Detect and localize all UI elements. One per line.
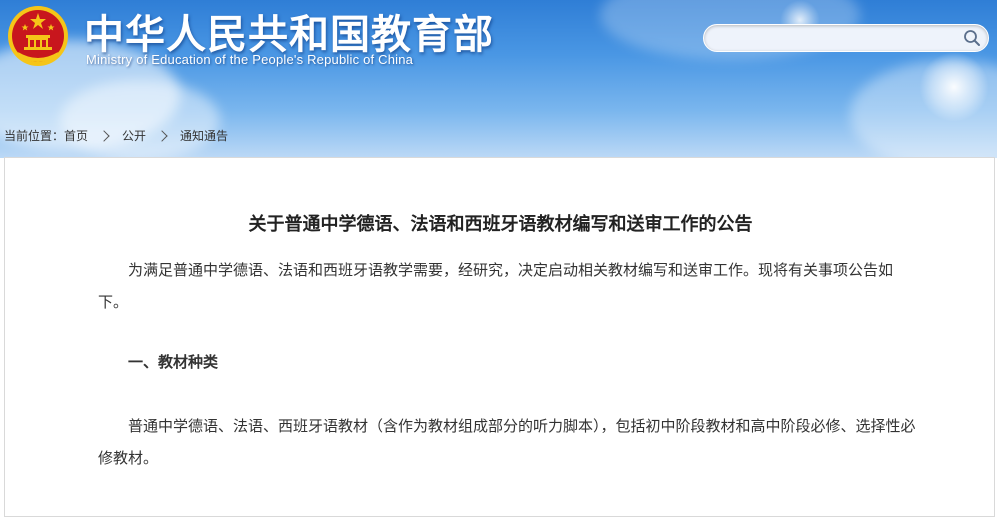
site-subtitle: Ministry of Education of the People's Re… (86, 52, 414, 67)
breadcrumb-prefix: 当前位置： (4, 129, 65, 143)
breadcrumb-notices-link[interactable]: 通知通告 (180, 127, 228, 144)
search-icon[interactable] (962, 28, 982, 48)
breadcrumb-public-link[interactable]: 公开 (122, 127, 146, 144)
search-input[interactable] (714, 29, 958, 49)
chevron-right-icon (98, 129, 110, 142)
section-heading: 一、教材种类 (128, 353, 219, 371)
search-box[interactable] (703, 24, 989, 52)
site-header: 中华人民共和国教育部 Ministry of Education of the … (0, 0, 997, 158)
article-paragraph: 为满足普通中学德语、法语和西班牙语教学需要，经研究，决定启动相关教材编写和送审工… (98, 261, 894, 311)
breadcrumb-home-link[interactable]: 首页 (64, 127, 88, 144)
national-emblem-icon[interactable] (6, 4, 70, 68)
chevron-right-icon (156, 129, 168, 142)
article-panel: 关于普通中学德语、法语和西班牙语教材编写和送审工作的公告 为满足普通中学德语、法… (4, 157, 995, 517)
article-title: 关于普通中学德语、法语和西班牙语教材编写和送审工作的公告 (248, 214, 753, 235)
dandelion-decoration (919, 52, 989, 122)
header-cloud (60, 80, 220, 158)
breadcrumb: 当前位置： 首页 公开 通知通告 (4, 127, 228, 144)
article-paragraph: 普通中学德语、法语、西班牙语教材（含作为教材组成部分的听力脚本），包括初中阶段教… (98, 417, 916, 467)
